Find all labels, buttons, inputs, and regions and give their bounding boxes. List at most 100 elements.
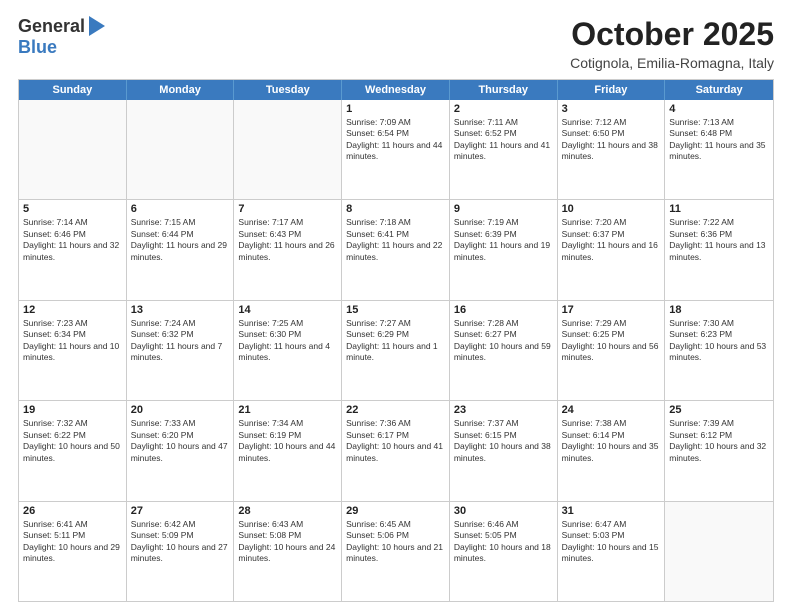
- calendar-cell-17: 17 Sunrise: 7:29 AM Sunset: 6:25 PM Dayli…: [558, 301, 666, 400]
- day-number: 14: [238, 304, 337, 316]
- calendar-cell-30: 30 Sunrise: 6:46 AM Sunset: 5:05 PM Dayli…: [450, 502, 558, 601]
- calendar-cell-3: 3 Sunrise: 7:12 AM Sunset: 6:50 PM Daylig…: [558, 100, 666, 199]
- header-day-wednesday: Wednesday: [342, 80, 450, 100]
- calendar-row-2: 12Sunrise: 7:23 AM Sunset: 6:34 PM Dayli…: [19, 300, 773, 400]
- day-number: 16: [454, 304, 553, 316]
- calendar-row-1: 5 Sunrise: 7:14 AM Sunset: 6:46 PM Daylig…: [19, 199, 773, 299]
- cell-info: Sunrise: 7:09 AM Sunset: 6:54 PM Dayligh…: [346, 117, 445, 163]
- cell-info: Sunrise: 7:19 AM Sunset: 6:39 PM Dayligh…: [454, 217, 553, 263]
- header: General Blue October 2025 Cotignola, Emi…: [18, 16, 774, 71]
- day-number: 27: [131, 505, 230, 517]
- cell-info: Sunrise: 7:38 AM Sunset: 6:14 PM Dayligh…: [562, 418, 661, 464]
- calendar-cell-9: 9Sunrise: 7:19 AM Sunset: 6:39 PM Daylig…: [450, 200, 558, 299]
- calendar-cell-25: 25 Sunrise: 7:39 AM Sunset: 6:12 PM Dayli…: [665, 401, 773, 500]
- day-number: 20: [131, 404, 230, 416]
- calendar-cell-22: 22 Sunrise: 7:36 AM Sunset: 6:17 PM Dayli…: [342, 401, 450, 500]
- cell-info: Sunrise: 7:24 AM Sunset: 6:32 PM Dayligh…: [131, 318, 230, 364]
- day-number: 23: [454, 404, 553, 416]
- day-number: 24: [562, 404, 661, 416]
- cell-info: Sunrise: 7:11 AM Sunset: 6:52 PM Dayligh…: [454, 117, 553, 163]
- page: General Blue October 2025 Cotignola, Emi…: [0, 0, 792, 612]
- calendar-cell-27: 27 Sunrise: 6:42 AM Sunset: 5:09 PM Dayli…: [127, 502, 235, 601]
- cell-info: Sunrise: 6:46 AM Sunset: 5:05 PM Dayligh…: [454, 519, 553, 565]
- calendar-cell-15: 15Sunrise: 7:27 AM Sunset: 6:29 PM Dayli…: [342, 301, 450, 400]
- calendar-cell-20: 20 Sunrise: 7:33 AM Sunset: 6:20 PM Dayli…: [127, 401, 235, 500]
- day-number: 10: [562, 203, 661, 215]
- calendar-cell-4: 4 Sunrise: 7:13 AM Sunset: 6:48 PM Daylig…: [665, 100, 773, 199]
- day-number: 8: [346, 203, 445, 215]
- calendar-cell-23: 23 Sunrise: 7:37 AM Sunset: 6:15 PM Dayli…: [450, 401, 558, 500]
- logo-blue-text: Blue: [18, 37, 57, 58]
- cell-info: Sunrise: 7:22 AM Sunset: 6:36 PM Dayligh…: [669, 217, 769, 263]
- calendar-cell-31: 31Sunrise: 6:47 AM Sunset: 5:03 PM Dayli…: [558, 502, 666, 601]
- logo-arrow-icon: [89, 16, 105, 36]
- day-number: 19: [23, 404, 122, 416]
- day-number: 30: [454, 505, 553, 517]
- day-number: 22: [346, 404, 445, 416]
- day-number: 26: [23, 505, 122, 517]
- calendar-cell-16: 16 Sunrise: 7:28 AM Sunset: 6:27 PM Dayli…: [450, 301, 558, 400]
- header-right: October 2025 Cotignola, Emilia-Romagna, …: [570, 16, 774, 71]
- cell-info: Sunrise: 7:33 AM Sunset: 6:20 PM Dayligh…: [131, 418, 230, 464]
- cell-info: Sunrise: 7:18 AM Sunset: 6:41 PM Dayligh…: [346, 217, 445, 263]
- calendar-cell-29: 29 Sunrise: 6:45 AM Sunset: 5:06 PM Dayli…: [342, 502, 450, 601]
- location: Cotignola, Emilia-Romagna, Italy: [570, 55, 774, 71]
- cell-info: Sunrise: 7:34 AM Sunset: 6:19 PM Dayligh…: [238, 418, 337, 464]
- calendar-cell-19: 19 Sunrise: 7:32 AM Sunset: 6:22 PM Dayli…: [19, 401, 127, 500]
- calendar-row-0: 1 Sunrise: 7:09 AM Sunset: 6:54 PM Daylig…: [19, 100, 773, 199]
- cell-info: Sunrise: 6:45 AM Sunset: 5:06 PM Dayligh…: [346, 519, 445, 565]
- day-number: 7: [238, 203, 337, 215]
- calendar-cell-empty-4-6: [665, 502, 773, 601]
- cell-info: Sunrise: 7:37 AM Sunset: 6:15 PM Dayligh…: [454, 418, 553, 464]
- calendar-cell-empty-0-2: [234, 100, 342, 199]
- calendar-cell-2: 2 Sunrise: 7:11 AM Sunset: 6:52 PM Daylig…: [450, 100, 558, 199]
- calendar-cell-1: 1 Sunrise: 7:09 AM Sunset: 6:54 PM Daylig…: [342, 100, 450, 199]
- cell-info: Sunrise: 7:25 AM Sunset: 6:30 PM Dayligh…: [238, 318, 337, 364]
- calendar-row-3: 19 Sunrise: 7:32 AM Sunset: 6:22 PM Dayli…: [19, 400, 773, 500]
- cell-info: Sunrise: 7:23 AM Sunset: 6:34 PM Dayligh…: [23, 318, 122, 364]
- cell-info: Sunrise: 7:39 AM Sunset: 6:12 PM Dayligh…: [669, 418, 769, 464]
- cell-info: Sunrise: 7:28 AM Sunset: 6:27 PM Dayligh…: [454, 318, 553, 364]
- calendar-cell-8: 8 Sunrise: 7:18 AM Sunset: 6:41 PM Daylig…: [342, 200, 450, 299]
- cell-info: Sunrise: 7:13 AM Sunset: 6:48 PM Dayligh…: [669, 117, 769, 163]
- cell-info: Sunrise: 6:43 AM Sunset: 5:08 PM Dayligh…: [238, 519, 337, 565]
- cell-info: Sunrise: 7:14 AM Sunset: 6:46 PM Dayligh…: [23, 217, 122, 263]
- cell-info: Sunrise: 7:32 AM Sunset: 6:22 PM Dayligh…: [23, 418, 122, 464]
- header-day-sunday: Sunday: [19, 80, 127, 100]
- day-number: 3: [562, 103, 661, 115]
- header-day-saturday: Saturday: [665, 80, 773, 100]
- day-number: 11: [669, 203, 769, 215]
- calendar-cell-empty-0-0: [19, 100, 127, 199]
- cell-info: Sunrise: 6:42 AM Sunset: 5:09 PM Dayligh…: [131, 519, 230, 565]
- calendar-cell-14: 14 Sunrise: 7:25 AM Sunset: 6:30 PM Dayli…: [234, 301, 342, 400]
- day-number: 17: [562, 304, 661, 316]
- cell-info: Sunrise: 7:12 AM Sunset: 6:50 PM Dayligh…: [562, 117, 661, 163]
- calendar-cell-7: 7Sunrise: 7:17 AM Sunset: 6:43 PM Daylig…: [234, 200, 342, 299]
- header-day-monday: Monday: [127, 80, 235, 100]
- day-number: 25: [669, 404, 769, 416]
- cell-info: Sunrise: 7:29 AM Sunset: 6:25 PM Dayligh…: [562, 318, 661, 364]
- calendar-cell-13: 13 Sunrise: 7:24 AM Sunset: 6:32 PM Dayli…: [127, 301, 235, 400]
- day-number: 5: [23, 203, 122, 215]
- header-day-tuesday: Tuesday: [234, 80, 342, 100]
- cell-info: Sunrise: 7:36 AM Sunset: 6:17 PM Dayligh…: [346, 418, 445, 464]
- day-number: 21: [238, 404, 337, 416]
- day-number: 1: [346, 103, 445, 115]
- calendar-cell-10: 10 Sunrise: 7:20 AM Sunset: 6:37 PM Dayli…: [558, 200, 666, 299]
- header-day-thursday: Thursday: [450, 80, 558, 100]
- calendar: SundayMondayTuesdayWednesdayThursdayFrid…: [18, 79, 774, 602]
- calendar-cell-5: 5 Sunrise: 7:14 AM Sunset: 6:46 PM Daylig…: [19, 200, 127, 299]
- day-number: 15: [346, 304, 445, 316]
- day-number: 29: [346, 505, 445, 517]
- day-number: 6: [131, 203, 230, 215]
- day-number: 31: [562, 505, 661, 517]
- day-number: 13: [131, 304, 230, 316]
- calendar-header: SundayMondayTuesdayWednesdayThursdayFrid…: [19, 80, 773, 100]
- logo-general-text: General: [18, 16, 85, 37]
- cell-info: Sunrise: 7:20 AM Sunset: 6:37 PM Dayligh…: [562, 217, 661, 263]
- cell-info: Sunrise: 6:41 AM Sunset: 5:11 PM Dayligh…: [23, 519, 122, 565]
- day-number: 2: [454, 103, 553, 115]
- day-number: 4: [669, 103, 769, 115]
- calendar-cell-28: 28Sunrise: 6:43 AM Sunset: 5:08 PM Dayli…: [234, 502, 342, 601]
- calendar-cell-26: 26 Sunrise: 6:41 AM Sunset: 5:11 PM Dayli…: [19, 502, 127, 601]
